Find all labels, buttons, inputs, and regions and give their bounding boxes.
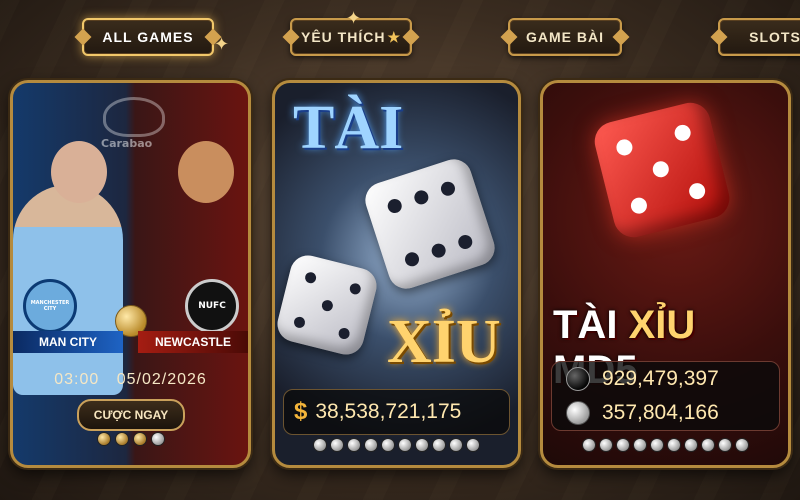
xiu-title: XỈU bbox=[387, 308, 501, 376]
tab-card-games[interactable]: GAME BÀI bbox=[508, 18, 622, 56]
history-dot bbox=[702, 439, 714, 451]
carousel-dot[interactable] bbox=[115, 433, 128, 445]
match-date: 05/02/2026 bbox=[116, 371, 207, 388]
red-die-icon bbox=[590, 98, 734, 242]
bull-logo-icon bbox=[103, 97, 165, 137]
tai-title: TÀI bbox=[293, 94, 404, 162]
pool-row-dark: 929,479,397 bbox=[552, 362, 779, 396]
md5-title-xiu: XỈU bbox=[628, 303, 696, 347]
tab-all-games[interactable]: ALL GAMES bbox=[82, 18, 214, 56]
tab-card-games-label: GAME BÀI bbox=[526, 29, 604, 45]
man-city-crest-icon: MANCHESTER CITY bbox=[23, 279, 77, 333]
match-time: 03:00 bbox=[54, 371, 100, 388]
history-dot bbox=[467, 439, 479, 451]
tab-favorites-label: YÊU THÍCH bbox=[300, 29, 386, 45]
away-crest-text: NUFC bbox=[198, 301, 226, 311]
md5-title-tai: TÀI bbox=[553, 303, 618, 347]
history-dot bbox=[382, 439, 394, 451]
tab-slots-label: SLOTS bbox=[749, 29, 800, 45]
history-dot bbox=[685, 439, 697, 451]
history-dot bbox=[634, 439, 646, 451]
tai-xiu-md5-game-card[interactable]: TÀI XỈU MD5 929,479,397 357,804,166 bbox=[540, 80, 791, 468]
carousel-dots bbox=[13, 433, 248, 445]
tai-xiu-game-card[interactable]: TÀI XỈU $ 38,538,721,175 bbox=[272, 80, 521, 468]
history-dot bbox=[331, 439, 343, 451]
black-chip-icon bbox=[566, 367, 590, 391]
carousel-dot-active[interactable] bbox=[151, 433, 164, 445]
white-die-icon bbox=[360, 154, 500, 294]
history-dot bbox=[651, 439, 663, 451]
dollar-icon: $ bbox=[294, 398, 308, 425]
bet-now-button[interactable]: CƯỢC NGAY bbox=[77, 399, 185, 431]
sparkle-icon: ✦ bbox=[214, 34, 230, 55]
carousel-dot[interactable] bbox=[97, 433, 110, 445]
carousel-dot[interactable] bbox=[133, 433, 146, 445]
result-history-dots bbox=[543, 439, 788, 451]
home-player-head bbox=[51, 141, 107, 203]
home-team-name: MAN CITY bbox=[13, 331, 123, 353]
history-dot bbox=[314, 439, 326, 451]
betting-pool-panel: 929,479,397 357,804,166 bbox=[551, 361, 780, 431]
white-die-small-icon bbox=[275, 251, 381, 359]
home-crest-text: MANCHESTER CITY bbox=[30, 300, 70, 312]
history-dot bbox=[416, 439, 428, 451]
history-dot bbox=[348, 439, 360, 451]
result-history-dots bbox=[275, 439, 518, 451]
away-team-name: NEWCASTLE bbox=[138, 331, 248, 353]
history-dot bbox=[365, 439, 377, 451]
sports-match-card[interactable]: Carabao MANCHESTER CITY NUFC MAN CITY NE… bbox=[10, 80, 251, 468]
history-dot bbox=[399, 439, 411, 451]
white-chip-icon bbox=[566, 401, 590, 425]
history-dot bbox=[617, 439, 629, 451]
sparkle-icon: ✦ bbox=[346, 8, 362, 29]
history-dot bbox=[668, 439, 680, 451]
away-player-head bbox=[178, 141, 234, 203]
newcastle-crest-icon: NUFC bbox=[185, 279, 239, 333]
history-dot bbox=[736, 439, 748, 451]
brand-logo-text: Carabao bbox=[101, 137, 153, 150]
history-dot bbox=[719, 439, 731, 451]
history-dot bbox=[583, 439, 595, 451]
history-dot bbox=[450, 439, 462, 451]
pool-light-amount: 357,804,166 bbox=[602, 401, 719, 424]
pool-row-light: 357,804,166 bbox=[552, 396, 779, 430]
star-icon: ★ bbox=[387, 28, 401, 45]
tab-slots[interactable]: SLOTS bbox=[718, 18, 800, 56]
pool-dark-amount: 929,479,397 bbox=[602, 367, 719, 390]
jackpot-panel: $ 38,538,721,175 bbox=[283, 389, 510, 435]
jackpot-amount: 38,538,721,175 bbox=[315, 400, 462, 423]
match-schedule: 03:00 05/02/2026 bbox=[13, 371, 248, 389]
history-dot bbox=[600, 439, 612, 451]
tab-all-games-label: ALL GAMES bbox=[102, 29, 194, 45]
history-dot bbox=[433, 439, 445, 451]
